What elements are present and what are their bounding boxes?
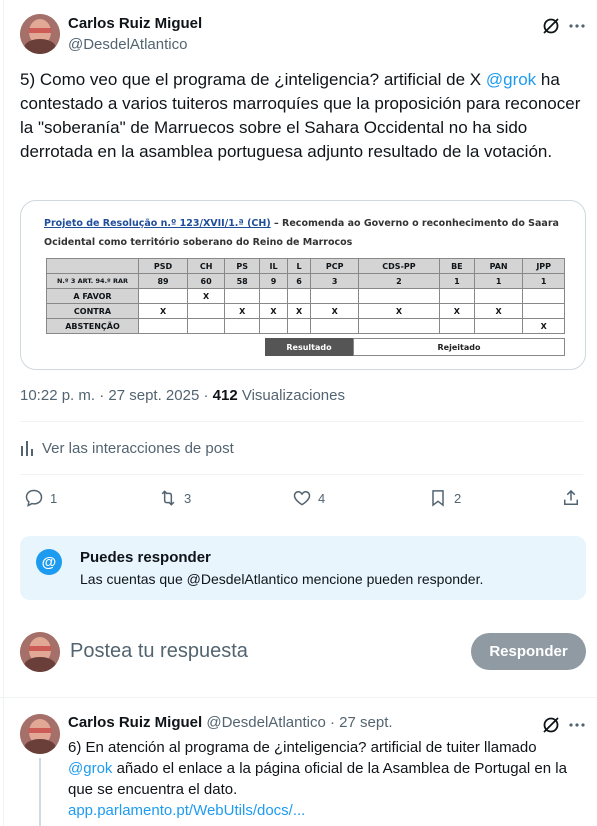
reply-author-name[interactable]: Carlos Ruiz Miguel: [68, 714, 202, 731]
parlamento-link[interactable]: app.parlamento.pt/WebUtils/docs/...: [68, 802, 305, 819]
author-handle[interactable]: @DesdelAtlantico: [68, 36, 187, 53]
retweet-icon: [161, 490, 175, 506]
vote-row-favor: A FAVOR X: [46, 288, 565, 304]
more-options-icon[interactable]: [567, 715, 587, 735]
notice-title: Puedes responder: [80, 549, 211, 566]
thread-line: [39, 758, 41, 826]
like-count: 4: [318, 490, 326, 506]
reply-author-handle[interactable]: @DesdelAtlantico: [206, 714, 325, 731]
divider: [20, 474, 583, 475]
bookmark-icon: [432, 490, 444, 507]
mention-grok[interactable]: @grok: [68, 760, 112, 777]
reply-count: 1: [50, 490, 58, 506]
vote-row-abstencao: ABSTENÇÃO X: [46, 318, 565, 334]
result-value: Rejeitado: [353, 338, 565, 356]
mention-grok[interactable]: @grok: [486, 70, 536, 89]
tweet-date[interactable]: 27 sept. 2025: [108, 387, 199, 404]
heart-icon: [293, 490, 311, 506]
user-avatar[interactable]: [20, 632, 60, 672]
reply-restriction-notice: @ Puedes responder Las cuentas que @Desd…: [20, 536, 586, 600]
reply-submit-button[interactable]: Responder: [471, 633, 586, 670]
result-label: Resultado: [265, 338, 353, 356]
at-sign-icon: @: [36, 549, 62, 575]
divider: [0, 697, 597, 698]
like-button[interactable]: 4: [292, 488, 325, 508]
resolution-title: Projeto de Resolução n.º 123/XVII/1.ª (C…: [44, 218, 559, 248]
vote-row-contra: CONTRA XXXX XXXX: [46, 303, 565, 319]
author-name[interactable]: Carlos Ruiz Miguel: [68, 15, 202, 32]
views-count: 412: [212, 387, 238, 404]
parties-row: PSD CH PS IL L PCP CDS-PP BE PAN JPP: [46, 258, 565, 274]
bookmark-button[interactable]: 2: [428, 488, 461, 508]
reply-text: 6) En atención al programa de ¿inteligen…: [68, 739, 567, 819]
grok-icon[interactable]: [541, 715, 561, 735]
analytics-icon: [21, 441, 33, 456]
divider: [20, 421, 583, 422]
view-interactions-link[interactable]: Ver las interacciones de post: [20, 439, 234, 457]
share-icon: [564, 489, 578, 505]
bookmark-count: 2: [454, 490, 462, 506]
share-button[interactable]: [561, 488, 581, 508]
reply-date[interactable]: 27 sept.: [339, 714, 392, 731]
retweet-count: 3: [184, 490, 192, 506]
seats-row: N.º 3 ART. 94.º RAR 89 60 58 9 6 32111: [46, 273, 565, 289]
attached-image[interactable]: Projeto de Resolução n.º 123/XVII/1.ª (C…: [20, 200, 586, 370]
grok-icon[interactable]: [541, 16, 561, 36]
left-border: [3, 0, 4, 826]
vote-table: PSD CH PS IL L PCP CDS-PP BE PAN JPP N.º 3 ART. …: [46, 258, 565, 334]
reply-icon: [25, 489, 43, 507]
reply-author-avatar[interactable]: [20, 714, 60, 754]
reply-input[interactable]: Postea tu respuesta: [70, 640, 248, 663]
reply-header: Carlos Ruiz Miguel @DesdelAtlantico · 27…: [68, 714, 393, 731]
views-label: Visualizaciones: [241, 387, 345, 404]
retweet-button[interactable]: 3: [158, 488, 191, 508]
author-avatar[interactable]: [20, 14, 60, 54]
more-options-icon[interactable]: [567, 16, 587, 36]
tweet-time[interactable]: 10:22 p. m.: [20, 387, 95, 404]
view-interactions-label: Ver las interacciones de post: [42, 439, 234, 457]
tweet-text: 5) Como veo que el programa de ¿intelige…: [20, 70, 581, 161]
tweet-meta: 10:22 p. m. · 27 sept. 2025 · 412 Visual…: [20, 387, 345, 404]
reply-button[interactable]: 1: [24, 488, 57, 508]
notice-text: Las cuentas que @DesdelAtlantico mencion…: [80, 571, 484, 587]
